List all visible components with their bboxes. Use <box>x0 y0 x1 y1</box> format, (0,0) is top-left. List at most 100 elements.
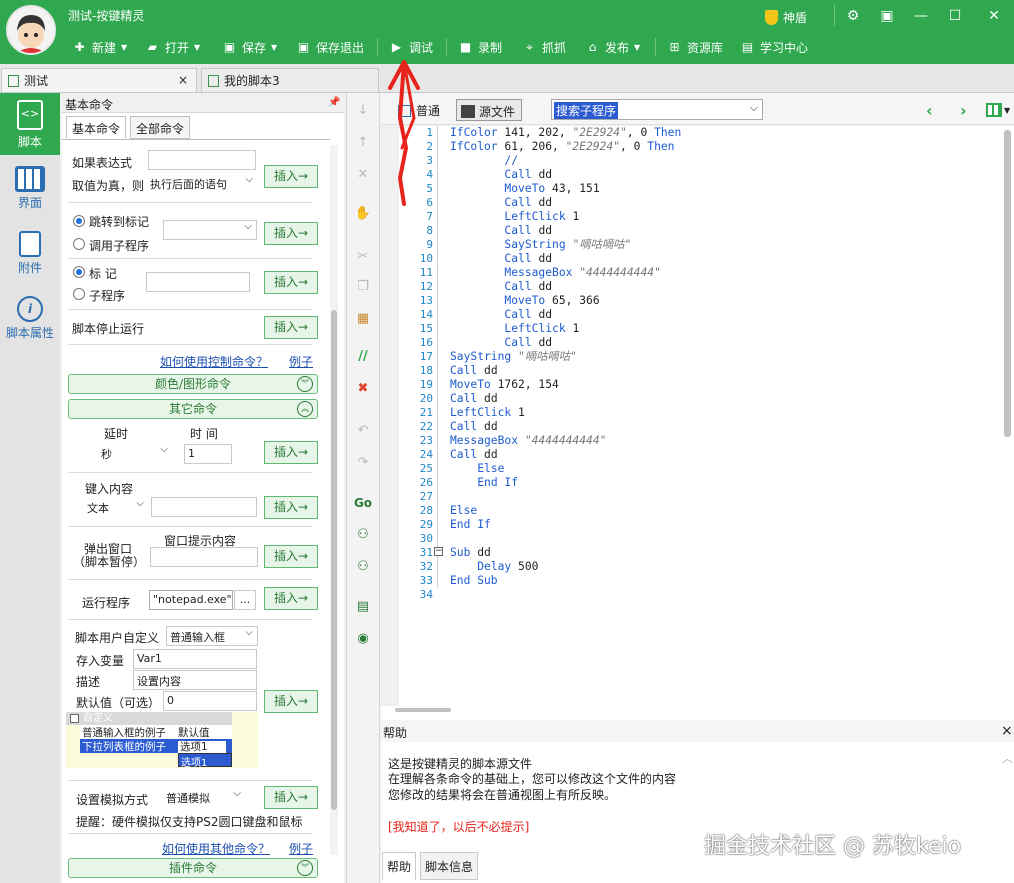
variable-input[interactable]: Var1 <box>133 649 257 669</box>
code-line[interactable]: Call dd <box>450 364 498 378</box>
run-program-input[interactable]: "notepad.exe" <box>149 590 233 610</box>
tab-close-icon[interactable]: × <box>178 73 188 87</box>
help-dismiss-link[interactable]: [我知道了，以后不必提示] <box>388 818 529 835</box>
group-color-commands[interactable]: 颜色/图形命令 ︾ <box>68 374 318 394</box>
insert-stop-button[interactable]: 插入→ <box>264 316 318 339</box>
settings-gear-icon[interactable]: ⚙ <box>839 5 867 27</box>
code-line[interactable]: Delay 500 <box>450 560 538 574</box>
code-line[interactable]: SayString "嘀咕嘀咕" <box>450 350 577 364</box>
toolbar-open-button[interactable]: ▰ 打开 ▼ <box>145 38 200 56</box>
jump-target-select[interactable] <box>163 220 257 240</box>
code-line[interactable]: MoveTo 1762, 154 <box>450 378 559 392</box>
code-line[interactable]: MoveTo 43, 151 <box>450 182 599 196</box>
code-line[interactable]: LeftClick 1 <box>450 210 579 224</box>
code-line[interactable]: Else <box>450 504 477 518</box>
paste-icon[interactable]: ▦ <box>352 308 374 330</box>
code-line[interactable]: Call dd <box>450 252 552 266</box>
code-line[interactable]: IfColor 141, 202, "2E2924", 0 Then <box>450 126 681 140</box>
find-icon[interactable]: ⚇ <box>352 524 374 546</box>
code-line[interactable]: Call dd <box>450 448 498 462</box>
tab-basic-commands[interactable]: 基本命令 <box>66 116 127 139</box>
replace-icon[interactable]: ⚇ <box>352 556 374 578</box>
code-line[interactable]: Call dd <box>450 308 552 322</box>
insert-if-button[interactable]: 插入→ <box>264 165 318 188</box>
command-panel-scrollbar[interactable] <box>330 145 338 855</box>
subroutine-radio[interactable] <box>73 288 85 300</box>
insert-popup-button[interactable]: 插入→ <box>264 545 318 568</box>
move-down-icon[interactable]: ↓ <box>352 100 374 122</box>
other-example-link[interactable]: 例子 <box>289 840 313 857</box>
tab-help[interactable]: 帮助 <box>382 852 417 880</box>
code-line[interactable]: Call dd <box>450 280 552 294</box>
simulation-select[interactable]: 普通模拟 <box>163 788 245 808</box>
key-type-select[interactable]: 文本 <box>84 498 148 518</box>
toolbar-publish-button[interactable]: ⌂ 发布 ▼ <box>585 38 640 56</box>
toolbar-learn-button[interactable]: ▤ 学习中心 <box>740 38 808 56</box>
jump-radio[interactable] <box>73 215 85 227</box>
code-line[interactable]: LeftClick 1 <box>450 406 525 420</box>
if-expression-input[interactable] <box>148 150 256 170</box>
toolbar-save-exit-button[interactable]: ▣ 保存退出 <box>296 38 364 56</box>
nav-item-script[interactable]: <> 脚本 <box>0 93 60 155</box>
uncomment-icon[interactable]: ✖ <box>352 378 374 400</box>
toolbar-resource-button[interactable]: ⊞ 资源库 <box>667 38 723 56</box>
code-line[interactable]: MessageBox "4444444444" <box>450 266 660 280</box>
toolbar-record-button[interactable]: ■ 录制 <box>458 38 502 56</box>
call-sub-radio[interactable] <box>73 238 85 250</box>
cut-icon[interactable]: ✂ <box>352 246 374 268</box>
code-line[interactable]: Call dd <box>450 392 498 406</box>
toolbar-grab-button[interactable]: ⌖ 抓抓 <box>522 38 566 56</box>
key-content-input[interactable] <box>151 497 257 517</box>
code-line[interactable]: Call dd <box>450 196 552 210</box>
description-input[interactable]: 设置内容 <box>133 670 257 690</box>
mode-source-button[interactable]: 源文件 <box>456 99 523 121</box>
shield-button[interactable]: 神盾 <box>765 9 807 26</box>
code-line[interactable]: Call dd <box>450 336 552 350</box>
delete-icon[interactable]: ✕ <box>352 164 374 186</box>
chevron-down-icon[interactable]: ▼ <box>1004 106 1010 115</box>
code-line[interactable]: MoveTo 65, 366 <box>450 294 599 308</box>
insert-jump-button[interactable]: 插入→ <box>264 222 318 245</box>
insert-key-button[interactable]: 插入→ <box>264 496 318 519</box>
nav-item-attachment[interactable]: 附件 <box>0 225 60 285</box>
move-up-icon[interactable]: ↑ <box>352 132 374 154</box>
browse-button[interactable]: ... <box>234 590 256 610</box>
prev-arrow-icon[interactable]: ‹ <box>926 101 933 120</box>
undo-icon[interactable]: ↶ <box>352 420 374 442</box>
delay-value-input[interactable]: 1 <box>184 444 232 464</box>
control-help-link[interactable]: 如何使用控制命令？ <box>160 353 268 370</box>
group-plugin-commands[interactable]: 插件命令 ︾ <box>68 858 318 878</box>
fold-toggle-icon[interactable]: − <box>434 547 443 556</box>
insert-custom-button[interactable]: 插入→ <box>264 690 318 713</box>
goto-icon[interactable]: Go <box>352 492 374 514</box>
toolbar-save-button[interactable]: ▣ 保存 ▼ <box>222 38 277 56</box>
code-line[interactable]: // <box>450 154 518 168</box>
search-sub-select[interactable]: 搜索子程序 ⌵ <box>551 99 763 120</box>
tab-all-commands[interactable]: 全部命令 <box>130 116 191 139</box>
dropdown-menu-icon[interactable]: ▣ <box>873 5 901 27</box>
insert-simulation-button[interactable]: 插入→ <box>264 786 318 809</box>
insert-delay-button[interactable]: 插入→ <box>264 441 318 464</box>
scrollbar-thumb[interactable] <box>331 310 337 810</box>
code-line[interactable]: Else <box>450 462 504 476</box>
close-window-button[interactable]: ✕ <box>980 5 1008 27</box>
eye-icon[interactable]: ◉ <box>352 628 374 650</box>
nav-item-properties[interactable]: i 脚本属性 <box>0 290 60 350</box>
list-icon[interactable]: ▤ <box>352 596 374 618</box>
mark-radio[interactable] <box>73 266 85 278</box>
code-line[interactable]: MessageBox "4444444444" <box>450 434 606 448</box>
custom-type-select[interactable]: 普通输入框 <box>166 626 258 646</box>
editor-scrollbar-thumb[interactable] <box>1004 130 1011 437</box>
code-line[interactable]: IfColor 61, 206, "2E2924", 0 Then <box>450 140 674 154</box>
minimize-button[interactable]: — <box>907 5 935 27</box>
toolbar-new-button[interactable]: ✚ 新建 ▼ <box>72 38 127 56</box>
insert-mark-button[interactable]: 插入→ <box>264 271 318 294</box>
tab-my-script-3[interactable]: 我的脚本3 <box>201 68 379 92</box>
mark-name-input[interactable] <box>146 272 250 292</box>
scroll-up-icon[interactable]: ︿ <box>1002 750 1013 766</box>
layout-icon[interactable] <box>986 103 1002 117</box>
delay-unit-select[interactable]: 秒 <box>98 444 172 464</box>
default-input[interactable]: 0 <box>163 691 257 711</box>
if-action-select[interactable]: 执行后面的语句 <box>147 174 257 194</box>
editor-hscrollbar-thumb[interactable] <box>395 708 451 712</box>
